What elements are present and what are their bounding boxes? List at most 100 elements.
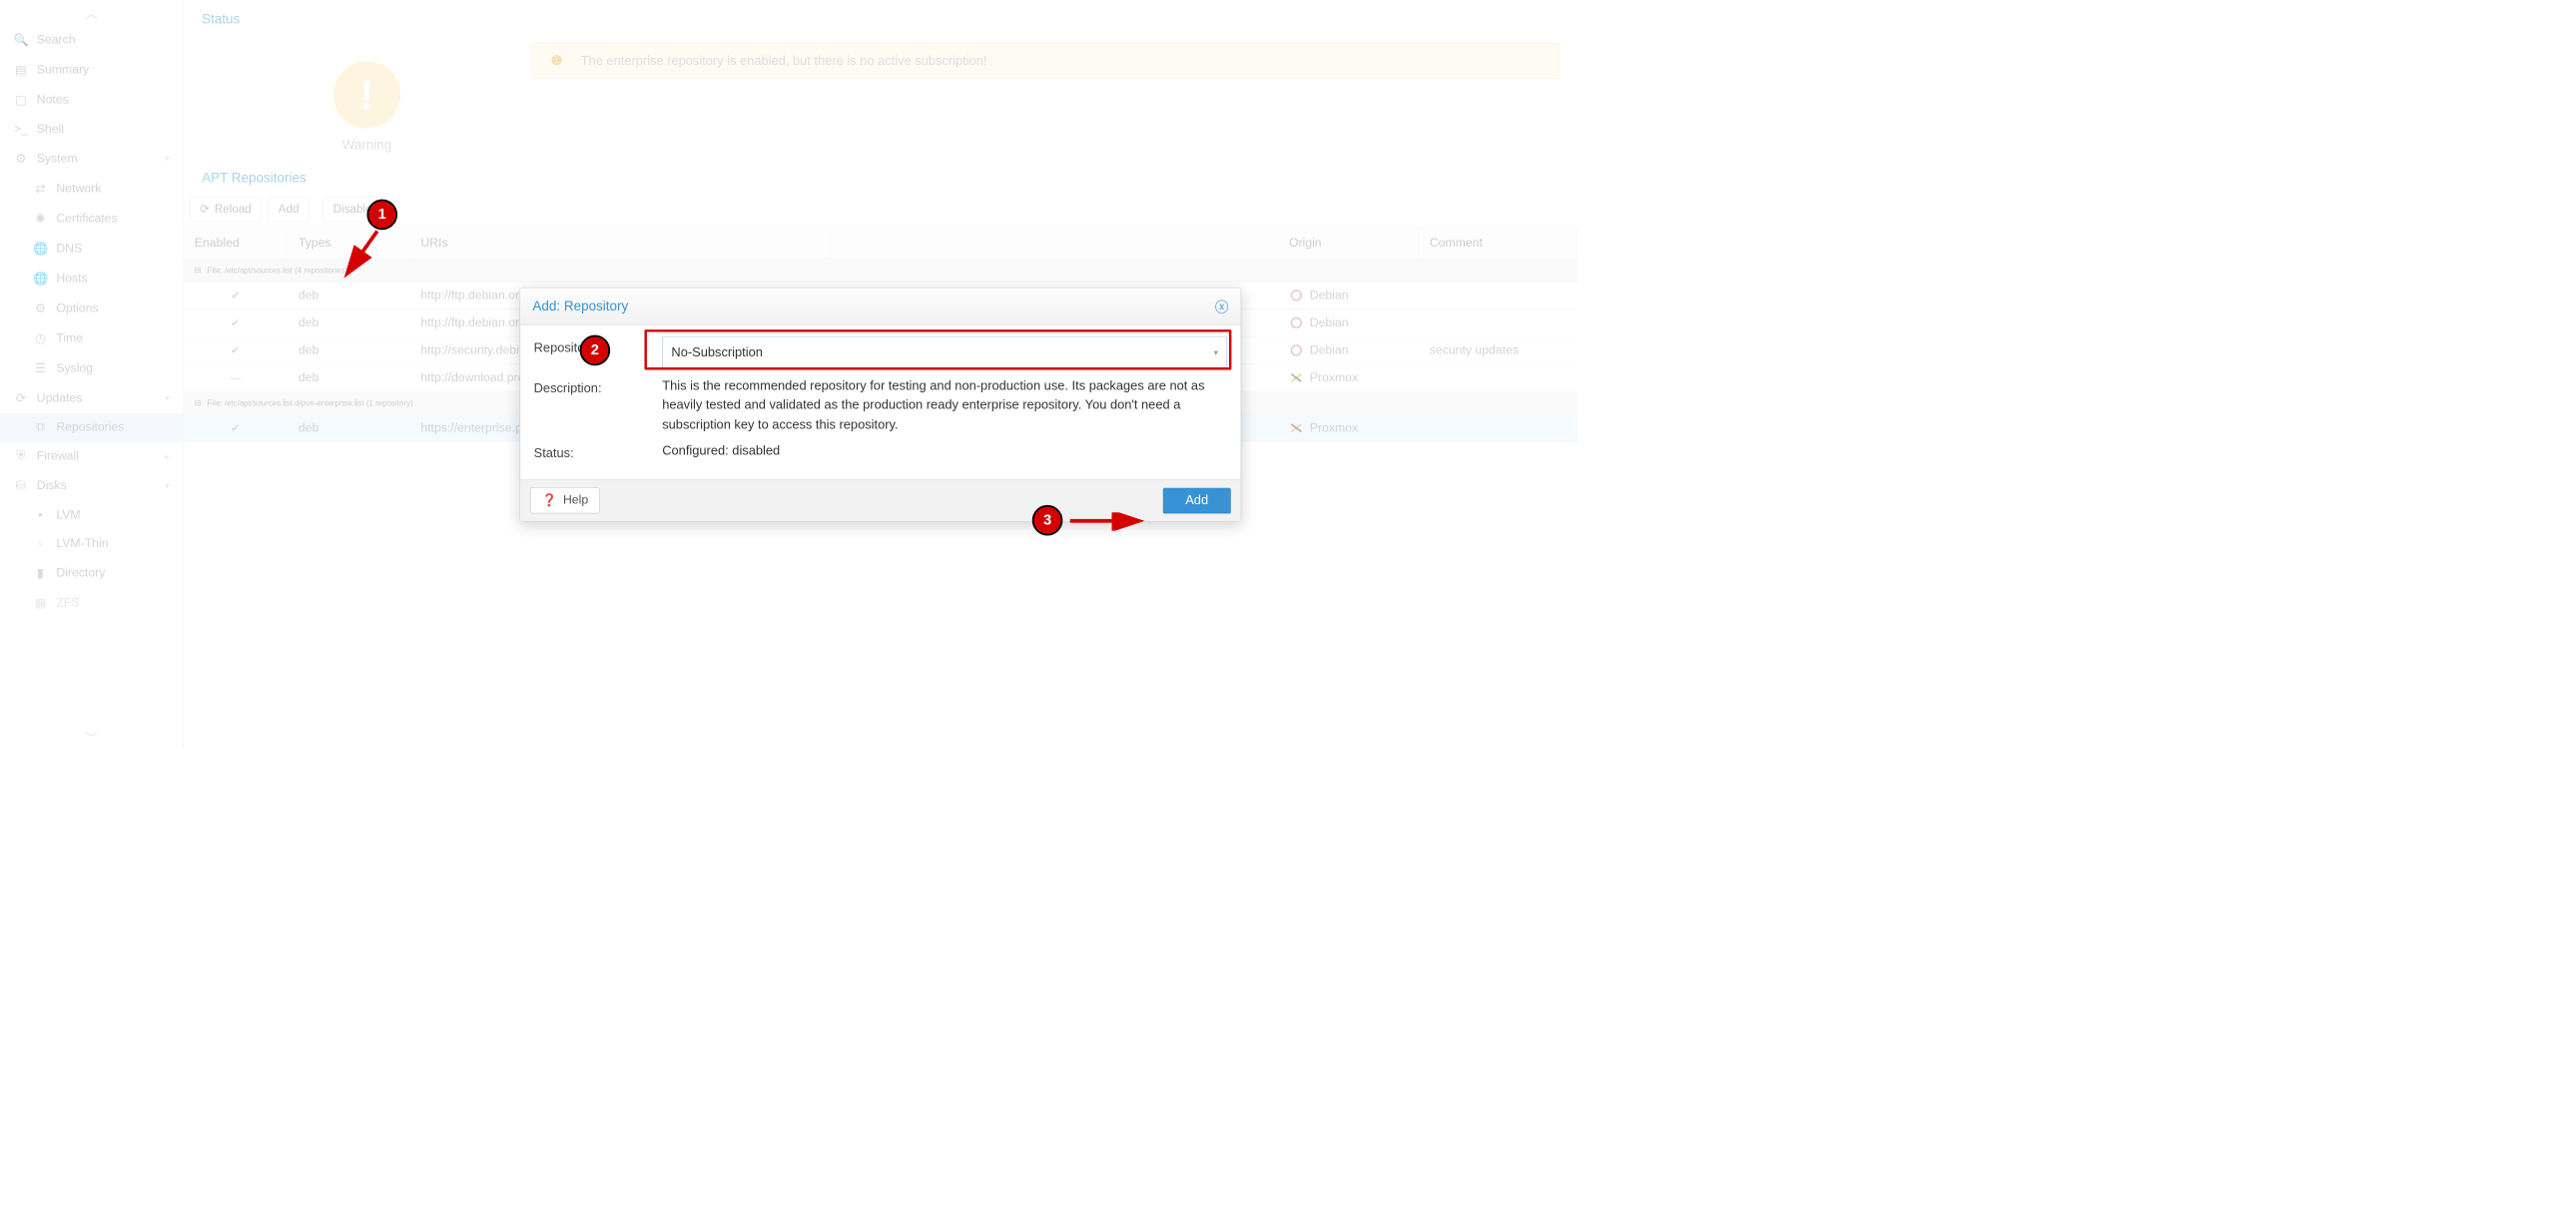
- collapse-down-icon[interactable]: ﹀: [0, 725, 183, 750]
- dialog-title: Add: Repository: [532, 299, 628, 314]
- add-confirm-button[interactable]: Add: [1163, 487, 1231, 513]
- collapse-icon: ⊟: [195, 398, 202, 408]
- sidebar-label: Time: [56, 331, 83, 345]
- close-icon[interactable]: ⓧ: [1215, 297, 1228, 316]
- sidebar-item-updates[interactable]: ⟳Updates▾: [0, 383, 183, 413]
- arrow-icon: [339, 227, 388, 282]
- types-cell: deb: [288, 364, 409, 390]
- repos-title: APT Repositories: [184, 159, 1578, 192]
- sidebar-label: Notes: [37, 93, 69, 107]
- shield-icon: ⛨: [13, 449, 28, 463]
- square-icon: ▪: [33, 508, 48, 522]
- sidebar-label: Certificates: [56, 212, 117, 226]
- gears-icon: ⚙: [13, 151, 28, 166]
- sidebar-label: LVM: [56, 508, 80, 522]
- types-cell: deb: [288, 415, 409, 441]
- sidebar-label: Directory: [56, 566, 105, 580]
- sidebar-item-certificates[interactable]: ✺ Certificates: [0, 204, 183, 234]
- help-icon: ❓: [542, 493, 557, 508]
- status-value: Configured: disabled: [662, 441, 1227, 461]
- enabled-cell: ✔: [184, 310, 288, 335]
- callout-3: 3: [1032, 505, 1063, 536]
- origin-cell: Debian: [1278, 336, 1419, 363]
- warning-icon: !: [333, 61, 400, 128]
- origin-cell: Proxmox: [1278, 414, 1419, 441]
- col-uris[interactable]: URIs: [409, 228, 832, 259]
- warning-label: Warning: [202, 137, 532, 153]
- enabled-cell: ✔: [184, 415, 288, 440]
- files-icon: ⧉: [33, 420, 48, 434]
- notes-icon: ▢: [13, 92, 28, 107]
- network-icon: ⇄: [33, 181, 48, 196]
- types-cell: deb: [288, 309, 409, 335]
- sidebar-label: Search: [37, 33, 76, 47]
- col-comment[interactable]: Comment: [1419, 228, 1578, 259]
- enabled-cell: ✔: [184, 283, 288, 307]
- sidebar-item-system[interactable]: ⚙System▾: [0, 144, 183, 174]
- sidebar-item-summary[interactable]: ▤Summary: [0, 55, 183, 85]
- grid-icon: ▦: [33, 595, 48, 610]
- sidebar-item-zfs[interactable]: ▦ZFS: [0, 588, 183, 618]
- book-icon: ▤: [13, 62, 28, 77]
- sidebar-item-hosts[interactable]: 🌐 Hosts: [0, 264, 183, 294]
- add-button[interactable]: Add: [268, 197, 310, 222]
- col-origin[interactable]: Origin: [1278, 228, 1419, 259]
- search-icon: 🔍: [13, 32, 28, 47]
- sidebar-label: Network: [56, 182, 101, 196]
- sidebar-label: Hosts: [56, 272, 87, 286]
- reload-button[interactable]: ⟳Reload: [190, 197, 262, 222]
- sidebar-item-dns[interactable]: 🌐 DNS: [0, 234, 183, 264]
- sidebar-item-disks[interactable]: ⛁Disks▾: [0, 471, 183, 501]
- chevron-down-icon: ▾: [1214, 346, 1218, 359]
- collapse-up-icon[interactable]: ︿: [0, 0, 183, 25]
- repository-select[interactable]: No-Subscription ▾: [662, 336, 1227, 369]
- sidebar-item-lvm[interactable]: ▪ LVM: [0, 501, 183, 530]
- sidebar-label: DNS: [56, 242, 82, 256]
- sidebar-item-syslog[interactable]: ☰Syslog: [0, 353, 183, 383]
- status-title: Status: [184, 0, 1578, 33]
- cert-icon: ✺: [33, 211, 48, 226]
- sidebar-item-time[interactable]: ◷Time: [0, 323, 183, 353]
- comment-cell: [1419, 371, 1578, 383]
- sidebar-item-options[interactable]: ⚙ Options: [0, 294, 183, 323]
- sidebar-item-repositories[interactable]: ⧉ Repositories: [0, 413, 183, 442]
- refresh-icon: ⟳: [200, 203, 210, 217]
- sidebar-item-network[interactable]: ⇄ Network: [0, 174, 183, 204]
- status-label: Status:: [534, 441, 663, 461]
- sidebar-item-shell[interactable]: >_Shell: [0, 115, 183, 144]
- enabled-cell: ✔: [184, 337, 288, 362]
- sidebar-label: Options: [56, 302, 98, 315]
- gear-icon: ⚙: [33, 301, 48, 315]
- sidebar-label: Repositories: [56, 420, 124, 434]
- disk-icon: ⛁: [13, 478, 28, 493]
- sidebar-item-firewall[interactable]: ⛨Firewall▸: [0, 442, 183, 471]
- sidebar-label: LVM-Thin: [56, 537, 108, 551]
- col-enabled[interactable]: Enabled: [184, 228, 288, 259]
- origin-cell: Proxmox: [1278, 364, 1419, 391]
- help-button[interactable]: ❓Help: [530, 487, 600, 513]
- sidebar-item-lvm-thin[interactable]: ▫ LVM-Thin: [0, 529, 183, 558]
- globe-icon: 🌐: [33, 241, 48, 256]
- sidebar-item-notes[interactable]: ▢ Notes: [0, 85, 183, 115]
- shell-icon: >_: [13, 122, 28, 136]
- collapse-icon: ⊟: [195, 266, 202, 276]
- sidebar-item-search[interactable]: 🔍 Search: [0, 25, 183, 55]
- comment-cell: [1419, 316, 1578, 328]
- chevron-right-icon: ▸: [165, 451, 169, 461]
- desc-value: This is the recommended repository for t…: [662, 376, 1227, 434]
- comment-cell: security updates: [1419, 337, 1578, 363]
- enabled-cell: —: [184, 365, 288, 390]
- grid-group[interactable]: ⊟File: /etc/apt/sources.list (4 reposito…: [184, 260, 1578, 283]
- select-value: No-Subscription: [671, 343, 762, 362]
- banner-text: The enterprise repository is enabled, bu…: [581, 54, 987, 69]
- sidebar-item-directory[interactable]: ▮Directory: [0, 558, 183, 588]
- chevron-down-icon: ▾: [165, 393, 169, 403]
- add-repository-dialog: Add: Repository ⓧ Repository: No-Subscri…: [520, 288, 1242, 522]
- comment-cell: [1419, 290, 1578, 302]
- square-outline-icon: ▫: [33, 537, 48, 551]
- sidebar-label: Updates: [37, 391, 83, 405]
- origin-cell: Debian: [1278, 309, 1419, 336]
- globe-icon: 🌐: [33, 271, 48, 286]
- sidebar-label: System: [37, 152, 78, 166]
- sidebar: ︿ 🔍 Search ▤Summary ▢ Notes >_Shell ⚙ Syste…: [0, 0, 184, 750]
